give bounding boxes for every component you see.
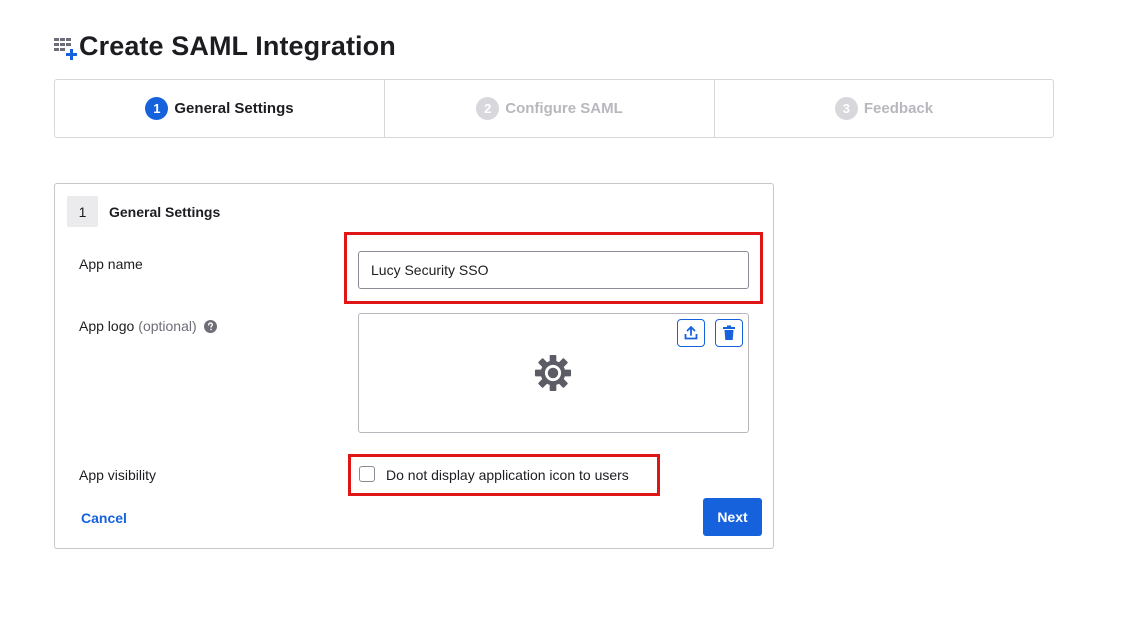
app-name-label: App name <box>79 256 143 272</box>
app-logo-label: App logo (optional) <box>79 318 217 334</box>
page-header: Create SAML Integration <box>54 30 396 62</box>
optional-hint: (optional) <box>138 318 197 334</box>
next-button[interactable]: Next <box>703 498 762 536</box>
step-number-badge: 2 <box>476 97 500 120</box>
app-logo-label-text: App logo <box>79 318 135 334</box>
hide-app-icon-label[interactable]: Do not display application icon to users <box>386 467 629 483</box>
step-general-settings: 1 General Settings <box>55 80 384 137</box>
step-label: Feedback <box>863 100 934 117</box>
step-number-badge: 1 <box>145 97 169 120</box>
upload-icon <box>684 326 698 340</box>
app-name-input[interactable] <box>358 251 749 289</box>
step-label: General Settings <box>174 100 294 117</box>
step-configure-saml: 2 Configure SAML <box>384 80 714 137</box>
step-number-badge: 3 <box>834 97 858 120</box>
cancel-button[interactable]: Cancel <box>81 510 127 526</box>
step-feedback: 3 Feedback <box>714 80 1053 137</box>
step-label: Configure SAML <box>505 100 623 117</box>
page-title: Create SAML Integration <box>79 30 396 61</box>
general-settings-card: 1 General Settings App name App logo (op… <box>54 183 774 549</box>
trash-icon <box>723 325 735 340</box>
upload-logo-button[interactable] <box>677 319 705 347</box>
app-logo-dropzone[interactable] <box>358 313 749 433</box>
section-title: General Settings <box>109 203 221 220</box>
delete-logo-button[interactable] <box>715 319 743 347</box>
wizard-stepper: 1 General Settings 2 Configure SAML 3 Fe… <box>54 79 1054 138</box>
card-header: 1 General Settings <box>67 196 220 227</box>
hide-app-icon-checkbox[interactable] <box>359 466 375 482</box>
gear-icon <box>534 354 572 392</box>
question-circle-icon[interactable] <box>203 319 217 333</box>
section-number-badge: 1 <box>67 196 98 227</box>
app-grid-add-icon <box>54 38 77 60</box>
app-visibility-label: App visibility <box>79 467 157 483</box>
